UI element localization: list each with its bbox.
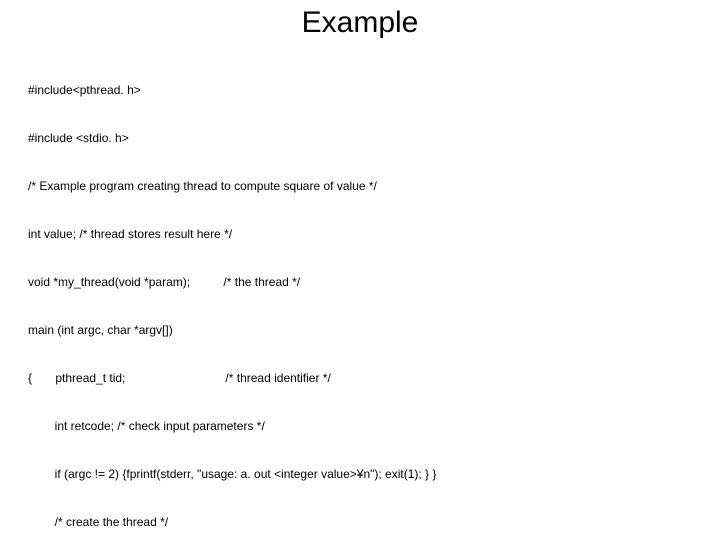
code-line: if (argc != 2) {fprintf(stderr, "usage: … (28, 466, 436, 482)
code-line: int retcode; /* check input parameters *… (28, 418, 436, 434)
code-line: /* Example program creating thread to co… (28, 178, 436, 194)
code-line: #include<pthread. h> (28, 82, 436, 98)
slide-title: Example (0, 6, 720, 40)
code-line: main (int argc, char *argv[]) (28, 322, 436, 338)
code-line: int value; /* thread stores result here … (28, 226, 436, 242)
slide: Example #include<pthread. h> #include <s… (0, 0, 720, 540)
code-line: { pthread_t tid; /* thread identifier */ (28, 370, 436, 386)
code-line: void *my_thread(void *param); /* the thr… (28, 274, 436, 290)
code-line: /* create the thread */ (28, 514, 436, 530)
code-block: #include<pthread. h> #include <stdio. h>… (28, 50, 436, 540)
code-line: #include <stdio. h> (28, 130, 436, 146)
